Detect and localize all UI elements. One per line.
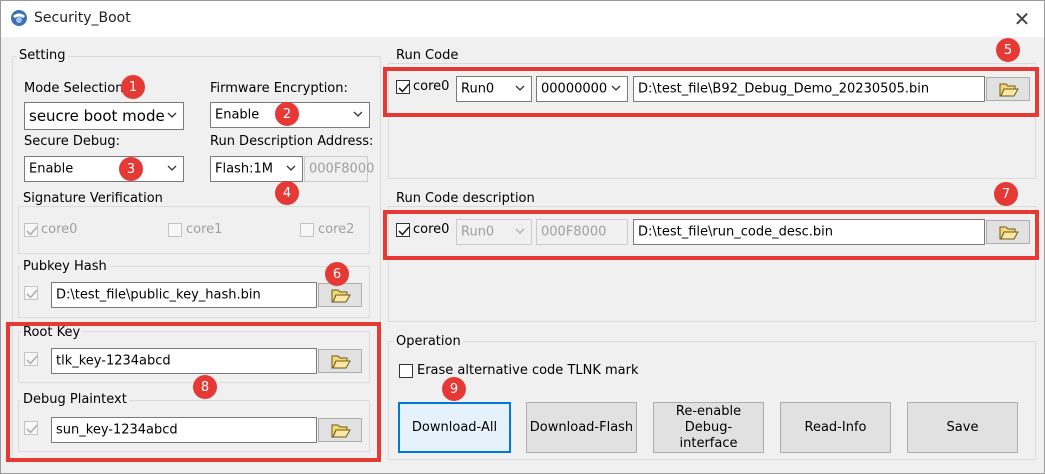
pubkey-hash-checkbox (24, 286, 38, 300)
run-description-address-label: Run Description Address: (210, 134, 374, 149)
flash-size-value: Flash:1M (215, 161, 273, 177)
run-code-legend: Run Code (394, 48, 461, 63)
sig-core0-checkbox (24, 223, 38, 237)
annotation-badge-1: 1 (121, 75, 145, 99)
setting-legend: Setting (17, 48, 68, 63)
annotation-badge-8: 8 (193, 375, 217, 399)
secure-debug-value: Enable (29, 161, 74, 177)
firmware-encryption-value: Enable (215, 107, 260, 123)
re-enable-debug-interface-button[interactable]: Re-enable Debug-interface (653, 402, 764, 453)
annotation-badge-5: 5 (996, 38, 1020, 62)
save-button[interactable]: Save (907, 402, 1018, 453)
pubkey-hash-path-value: D:\test_file\public_key_hash.bin (56, 287, 261, 303)
title-bar (1, 1, 1044, 37)
flash-address-field: 000F8000 (304, 156, 374, 182)
mode-selection-value: seucre boot mode (29, 107, 165, 125)
sig-core2-checkbox (300, 223, 314, 237)
highlight-box-run-desc (383, 210, 1039, 260)
annotation-badge-6: 6 (325, 262, 349, 286)
annotation-badge-4: 4 (275, 181, 299, 205)
firmware-encryption-label: Firmware Encryption: (210, 81, 348, 96)
run-code-description-legend: Run Code description (394, 191, 537, 206)
annotation-badge-2: 2 (275, 102, 299, 126)
pubkey-hash-path-field[interactable]: D:\test_file\public_key_hash.bin (51, 282, 317, 308)
folder-open-icon (331, 289, 351, 303)
annotation-badge-9: 9 (442, 377, 466, 401)
annotation-badge-7: 7 (994, 182, 1018, 206)
operation-legend: Operation (394, 334, 463, 349)
pubkey-hash-legend: Pubkey Hash (21, 259, 109, 274)
flash-size-dropdown[interactable]: Flash:1M (210, 156, 303, 182)
mode-selection-label: Mode Selection: (24, 81, 128, 96)
download-flash-button[interactable]: Download-Flash (526, 402, 637, 453)
sig-core1-checkbox (168, 223, 182, 237)
annotation-badge-3: 3 (119, 157, 143, 181)
erase-tlnk-label: Erase alternative code TLNK mark (417, 363, 639, 378)
pubkey-browse-button[interactable] (318, 283, 362, 307)
mode-selection-dropdown[interactable]: seucre boot mode (24, 102, 184, 130)
highlight-box-run-code (383, 67, 1039, 117)
secure-debug-label: Secure Debug: (24, 134, 120, 149)
sig-core1-label: core1 (186, 222, 223, 237)
window-title: Security_Boot (34, 10, 131, 26)
signature-verification-legend: Signature Verification (21, 191, 165, 206)
chevron-down-icon (353, 111, 363, 117)
download-all-button[interactable]: Download-All (398, 402, 511, 453)
erase-tlnk-checkbox[interactable] (399, 364, 413, 378)
sig-core0-label: core0 (41, 222, 78, 237)
app-icon (10, 9, 28, 27)
secure-debug-dropdown[interactable]: Enable (24, 156, 184, 182)
read-info-button[interactable]: Read-Info (780, 402, 891, 453)
chevron-down-icon (167, 165, 177, 171)
flash-address-value: 000F8000 (309, 161, 375, 177)
chevron-down-icon (286, 165, 296, 171)
sig-core2-label: core2 (318, 222, 355, 237)
chevron-down-icon (167, 112, 177, 118)
close-icon[interactable]: ✕ (1009, 6, 1035, 32)
